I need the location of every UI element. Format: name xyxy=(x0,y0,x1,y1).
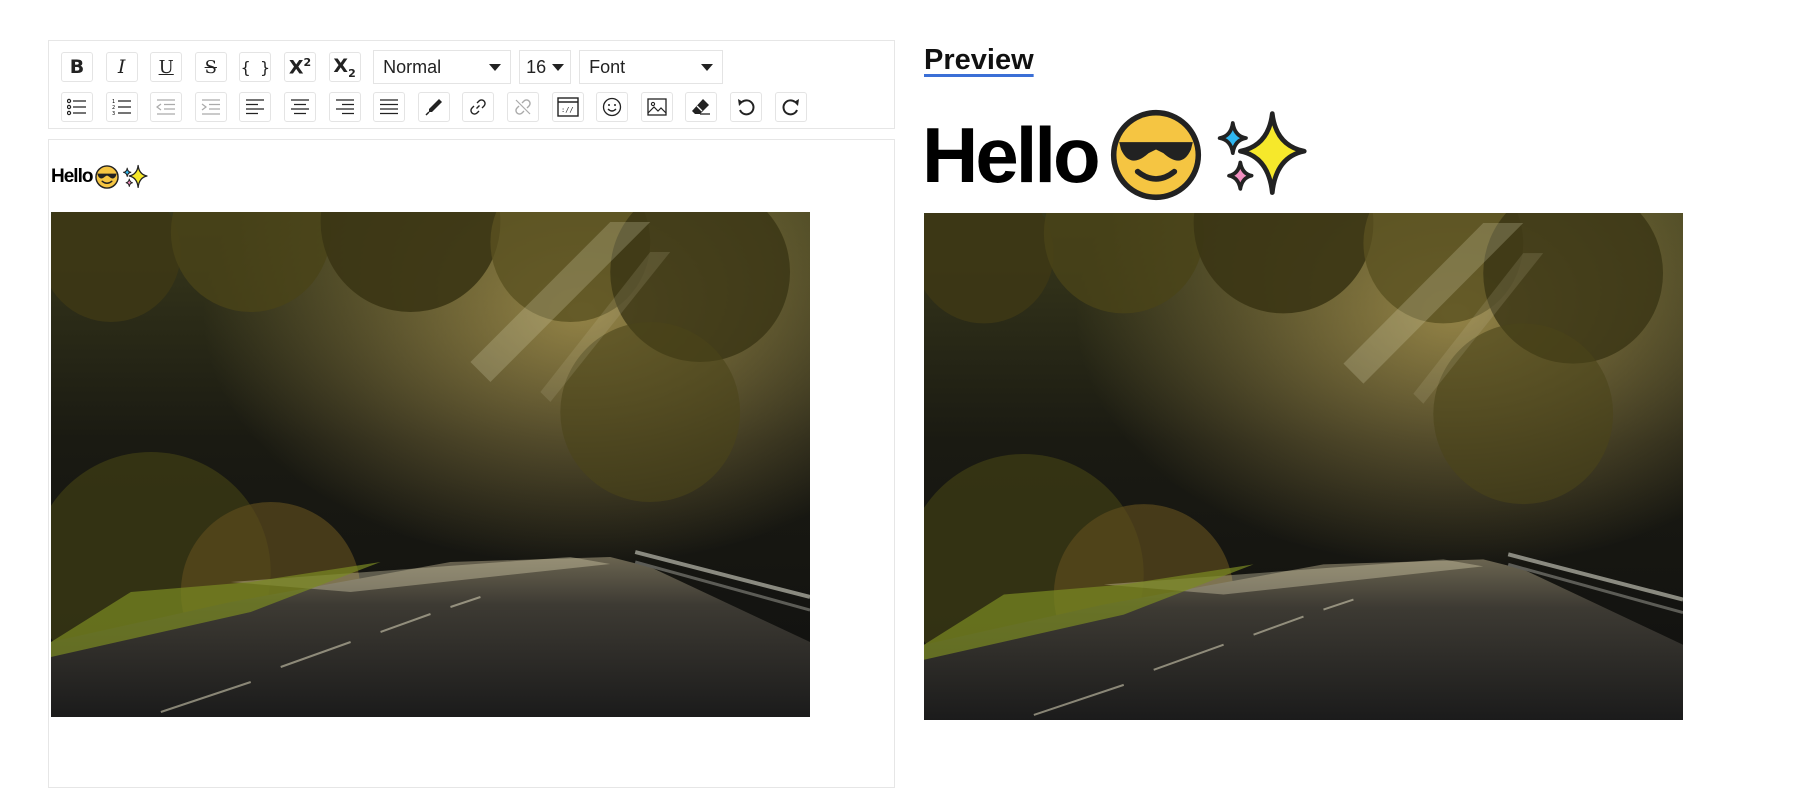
numbered-list-icon: 123 xyxy=(112,99,131,116)
strikethrough-button[interactable]: S xyxy=(194,52,227,82)
emoji-icon xyxy=(602,97,622,117)
smiling-face-with-sunglasses-icon xyxy=(95,165,120,189)
color-picker-icon xyxy=(425,99,442,116)
italic-button[interactable]: I xyxy=(105,52,138,82)
image-icon xyxy=(647,98,667,116)
link-button[interactable] xyxy=(462,92,495,122)
italic-icon: I xyxy=(117,56,126,78)
strikethrough-icon: S xyxy=(204,56,217,78)
embed-button[interactable]: :// xyxy=(551,92,584,122)
toolbar-row-formatting: B I U S { } X2 X2 Normal 16 Font xyxy=(61,50,731,84)
preview-text: Hello xyxy=(922,111,1101,199)
chevron-down-icon xyxy=(489,63,502,71)
image-button[interactable] xyxy=(640,92,673,122)
link-icon xyxy=(470,99,487,115)
eraser-button[interactable] xyxy=(685,92,718,122)
align-right-icon xyxy=(335,99,354,115)
font-size-value: 16 xyxy=(526,56,547,77)
unlink-button[interactable] xyxy=(506,92,539,122)
emoji-button[interactable] xyxy=(596,92,629,122)
embed-icon: :// xyxy=(556,97,579,117)
editor-toolbar: B I U S { } X2 X2 Normal 16 Font 1 2 3:… xyxy=(48,40,895,129)
align-left-button[interactable] xyxy=(239,92,272,122)
align-right-button[interactable] xyxy=(328,92,361,122)
editor-forest-road-image[interactable] xyxy=(51,212,810,717)
preview-title: Preview xyxy=(924,44,1034,76)
underline-button[interactable]: U xyxy=(150,52,183,82)
justify-icon xyxy=(380,99,399,115)
align-left-icon xyxy=(246,99,265,115)
indent-button[interactable] xyxy=(194,92,227,122)
bold-icon: B xyxy=(69,56,85,78)
subscript-button[interactable]: X2 xyxy=(328,52,361,82)
editor-content-area[interactable]: Hello xyxy=(48,139,895,788)
preview-text-line: Hello xyxy=(922,108,1308,202)
smiling-face-with-sunglasses-icon xyxy=(1110,109,1202,201)
outdent-button[interactable] xyxy=(150,92,183,122)
align-center-button[interactable] xyxy=(283,92,316,122)
code-icon: { } xyxy=(240,57,270,77)
superscript-button[interactable]: X2 xyxy=(283,52,316,82)
underline-icon: U xyxy=(158,56,174,78)
font-family-dropdown[interactable]: Font xyxy=(579,50,724,84)
justify-button[interactable] xyxy=(373,92,406,122)
font-size-dropdown[interactable]: 16 xyxy=(519,50,572,84)
font-family-value: Font xyxy=(589,56,626,77)
svg-text:://: :// xyxy=(561,106,574,114)
chevron-down-icon xyxy=(701,63,714,71)
redo-icon xyxy=(782,99,799,116)
align-center-icon xyxy=(290,99,309,115)
undo-icon xyxy=(737,99,755,116)
sparkles-icon xyxy=(123,164,149,189)
color-picker-button[interactable] xyxy=(417,92,450,122)
undo-button[interactable] xyxy=(729,92,762,122)
block-format-value: Normal xyxy=(383,56,442,77)
bullet-list-icon xyxy=(67,98,86,116)
preview-forest-road-image xyxy=(924,213,1683,720)
indent-icon xyxy=(201,99,220,115)
svg-text:3: 3 xyxy=(112,111,115,116)
redo-button[interactable] xyxy=(774,92,807,122)
numbered-list-button[interactable]: 123 xyxy=(105,92,138,122)
bold-button[interactable]: B xyxy=(61,52,93,82)
sparkles-icon xyxy=(1214,108,1308,202)
editor-text-line[interactable]: Hello xyxy=(51,164,149,190)
bullet-list-button[interactable] xyxy=(61,92,93,122)
outdent-icon xyxy=(156,99,176,115)
editor-text: Hello xyxy=(51,166,93,187)
code-button[interactable]: { } xyxy=(239,52,272,82)
eraser-icon xyxy=(692,99,711,115)
unlink-icon xyxy=(515,99,531,115)
chevron-down-icon xyxy=(552,63,565,71)
toolbar-row-paragraph: 123 :// xyxy=(61,92,819,122)
subscript-icon: X2 xyxy=(333,54,356,80)
superscript-icon: X2 xyxy=(288,55,312,79)
block-format-dropdown[interactable]: Normal xyxy=(373,50,512,84)
